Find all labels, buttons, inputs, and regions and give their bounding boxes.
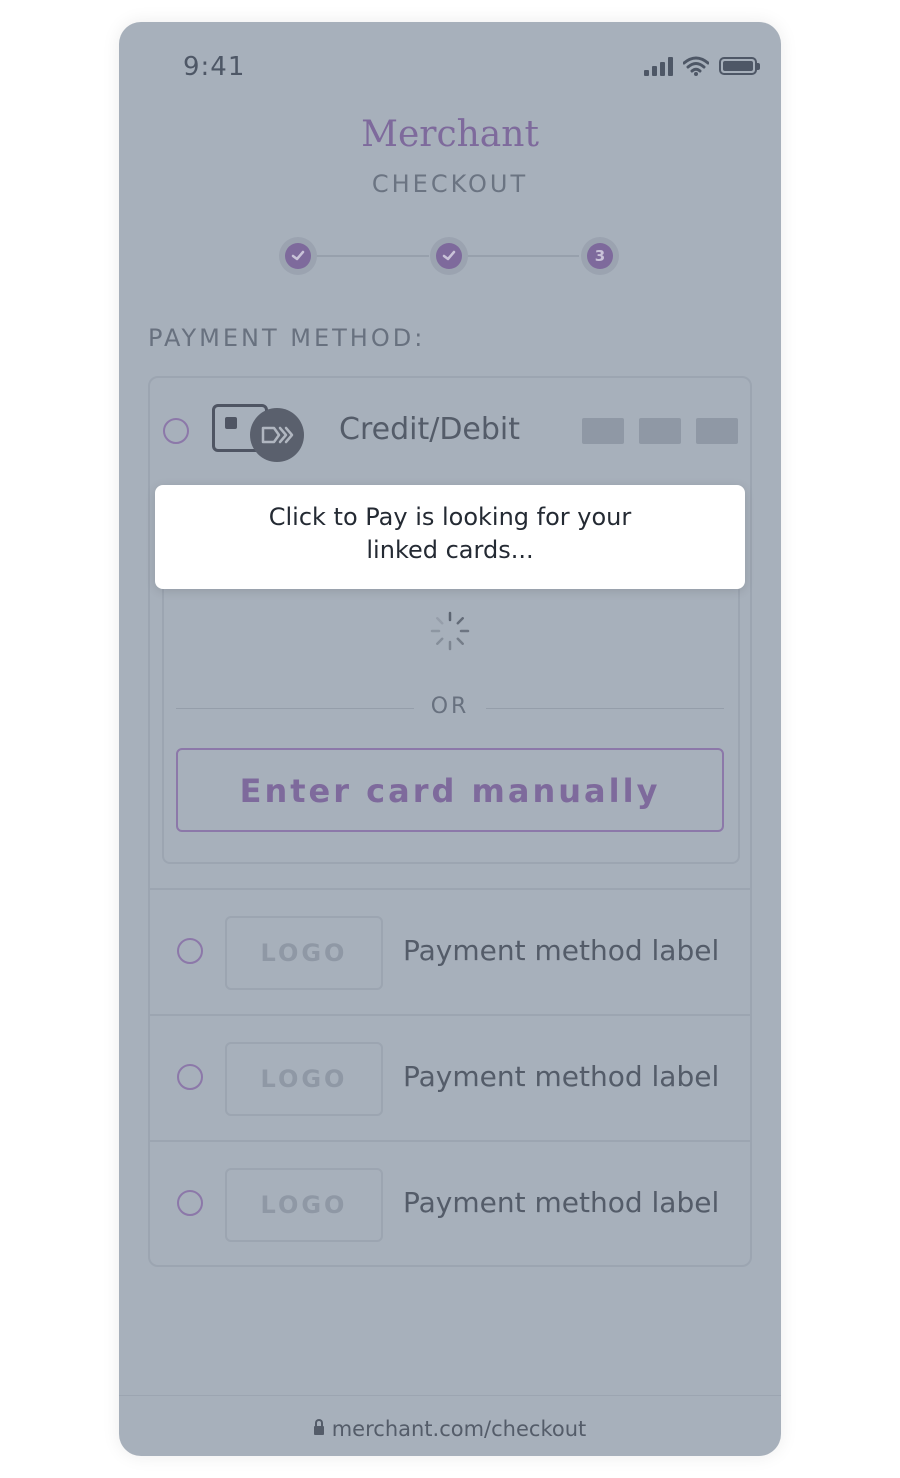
- checkout-stepper: 3: [279, 237, 619, 275]
- enter-card-manually-button[interactable]: Enter card manually: [176, 748, 724, 832]
- status-bar: 9:41: [119, 22, 781, 112]
- url-bar[interactable]: merchant.com/checkout: [119, 1395, 781, 1456]
- step-2: [430, 237, 468, 275]
- card-brand-logo: [696, 418, 738, 444]
- step-1: [279, 237, 317, 275]
- status-time: 9:41: [183, 52, 246, 82]
- loading-spinner-icon: [430, 611, 470, 651]
- signal-icon: [644, 56, 673, 76]
- url-text: merchant.com/checkout: [331, 1417, 587, 1441]
- or-label: OR: [430, 694, 470, 719]
- stepper-connector: [309, 255, 429, 257]
- payment-method-radio[interactable]: [177, 1190, 203, 1216]
- payment-method-label: Payment method label: [403, 1186, 720, 1219]
- click-to-pay-toast: Click to Pay is looking for your linked …: [155, 485, 745, 589]
- payment-method-label: Payment method label: [403, 1060, 720, 1093]
- credit-debit-radio[interactable]: [163, 418, 189, 444]
- payment-method-logo: LOGO: [225, 916, 383, 990]
- payment-method-logo: LOGO: [225, 1168, 383, 1242]
- check-icon: [291, 250, 305, 261]
- card-brand-logo: [639, 418, 681, 444]
- step-3-number: 3: [587, 243, 613, 269]
- payment-method-logo: LOGO: [225, 1042, 383, 1116]
- payment-method-heading: PAYMENT METHOD:: [148, 324, 426, 352]
- payment-method-radio[interactable]: [177, 938, 203, 964]
- lock-icon: [313, 1419, 324, 1435]
- page-subtitle: CHECKOUT: [371, 170, 529, 198]
- step-3: 3: [581, 237, 619, 275]
- status-icons: [644, 54, 760, 78]
- card-brand-logo: [582, 418, 624, 444]
- payment-method-radio[interactable]: [177, 1064, 203, 1090]
- phone-screen: 9:41 Merchant CHECKOUT 3 PAYMENT METHOD:…: [119, 22, 781, 1456]
- payment-method-option[interactable]: LOGO Payment method label: [150, 1140, 750, 1268]
- wifi-icon: [683, 56, 709, 76]
- merchant-brand: Merchant: [361, 114, 539, 155]
- toast-message: Click to Pay is looking for your linked …: [268, 503, 632, 564]
- check-icon: [442, 250, 456, 261]
- battery-icon: [719, 57, 760, 75]
- credit-debit-label: Credit/Debit: [339, 412, 521, 447]
- payment-method-option[interactable]: LOGO Payment method label: [150, 1014, 750, 1142]
- card-brand-logos: [582, 418, 738, 444]
- credit-debit-option[interactable]: Credit/Debit: [150, 378, 750, 486]
- payment-method-label: Payment method label: [403, 934, 720, 967]
- stepper-connector: [459, 255, 579, 257]
- or-divider: OR: [176, 694, 724, 724]
- payment-method-option[interactable]: LOGO Payment method label: [150, 888, 750, 1016]
- click-to-pay-icon: [250, 408, 304, 462]
